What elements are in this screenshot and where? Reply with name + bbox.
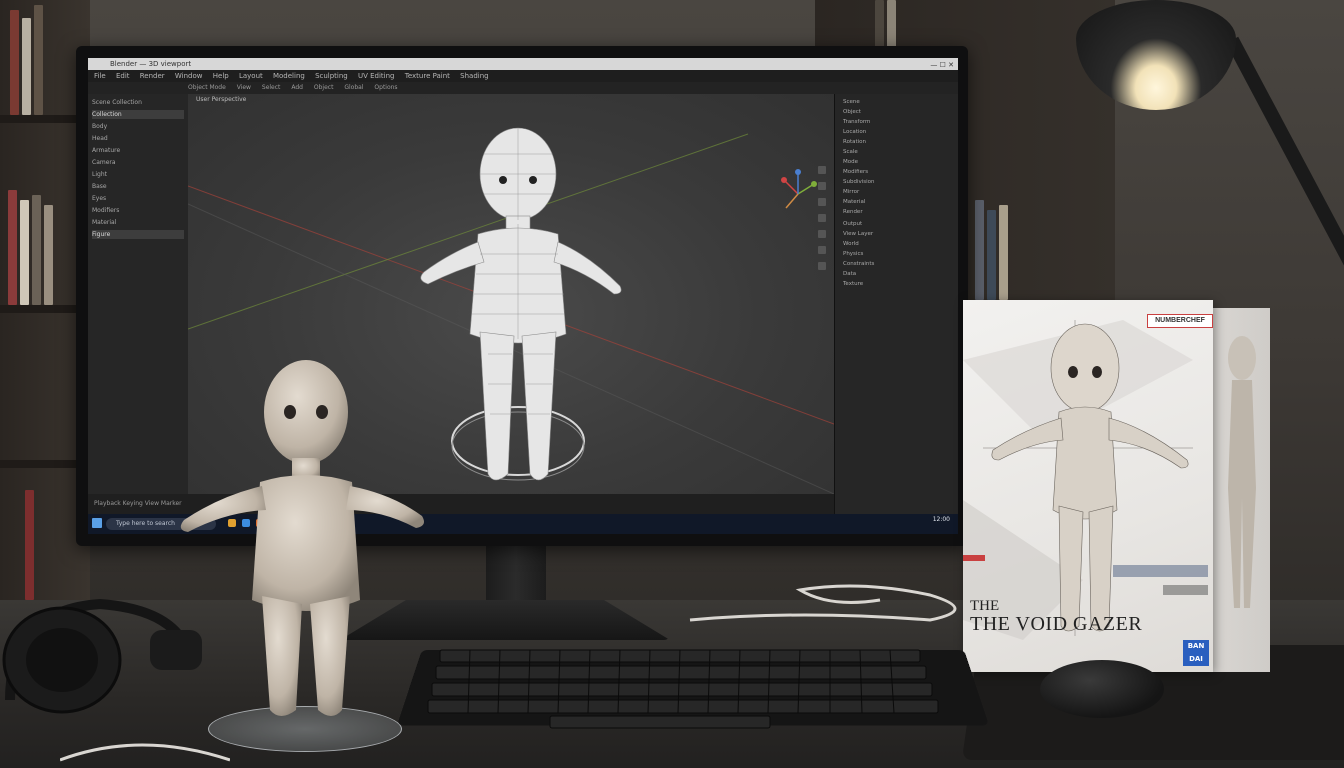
property-row[interactable]: Location bbox=[843, 128, 953, 136]
figurine-torso bbox=[252, 475, 360, 611]
property-row[interactable]: Transform bbox=[843, 118, 953, 126]
book bbox=[32, 195, 41, 305]
property-row[interactable]: Data bbox=[843, 270, 953, 278]
tray-clock[interactable]: 12:00 bbox=[933, 516, 950, 524]
header-item[interactable]: Object Mode bbox=[188, 84, 226, 91]
figurine-eye-right bbox=[316, 405, 328, 419]
figurine-eye-left bbox=[284, 405, 296, 419]
workspace-tab[interactable]: Sculpting bbox=[315, 72, 348, 80]
outliner-item[interactable]: Head bbox=[92, 134, 184, 143]
menu-item[interactable]: File bbox=[94, 72, 106, 80]
box-brand-label: NUMBERCHEF bbox=[1147, 314, 1213, 328]
outliner-item[interactable]: Figure bbox=[92, 230, 184, 239]
workspace-tab[interactable]: Layout bbox=[239, 72, 263, 80]
book bbox=[987, 210, 996, 300]
property-row[interactable]: Scene bbox=[843, 98, 953, 106]
navigation-gizmo bbox=[781, 169, 817, 209]
property-row[interactable]: Mirror bbox=[843, 188, 953, 196]
mesh-leg-left bbox=[479, 331, 515, 481]
figure-mesh bbox=[420, 127, 622, 481]
book bbox=[34, 5, 43, 115]
outliner-item[interactable]: Base bbox=[92, 182, 184, 191]
mesh-eye-left bbox=[499, 176, 507, 184]
header-item[interactable]: Global bbox=[344, 84, 363, 91]
outliner-item[interactable]: Body bbox=[92, 122, 184, 131]
menu-bar: File Edit Render Window Help Layout Mode… bbox=[88, 70, 958, 82]
figurine-arm-right bbox=[346, 486, 424, 528]
cable-front bbox=[60, 743, 230, 762]
start-button[interactable] bbox=[92, 518, 102, 528]
property-row[interactable]: Subdivision bbox=[843, 178, 953, 186]
header-item[interactable]: Select bbox=[262, 84, 281, 91]
properties-panel: Scene Object Transform Location Rotation… bbox=[834, 94, 958, 514]
window-title: Blender — 3D viewport bbox=[110, 60, 192, 68]
workspace-tab[interactable]: UV Editing bbox=[358, 72, 395, 80]
header-item[interactable]: View bbox=[237, 84, 251, 91]
property-row[interactable]: View Layer bbox=[843, 230, 953, 238]
viewport-header-bar: Object Mode View Select Add Object Globa… bbox=[88, 82, 958, 94]
property-row[interactable]: World bbox=[843, 240, 953, 248]
box-publisher-logo: BAN DAI bbox=[1183, 640, 1209, 666]
outliner-item[interactable]: Modifiers bbox=[92, 206, 184, 215]
property-row[interactable]: Render bbox=[843, 208, 953, 216]
property-row[interactable]: Modifiers bbox=[843, 168, 953, 176]
menu-item[interactable]: Help bbox=[213, 72, 229, 80]
viewport-tool-icons bbox=[818, 166, 826, 270]
headphones bbox=[2, 598, 202, 714]
product-box-side bbox=[1210, 308, 1270, 672]
property-row[interactable]: Scale bbox=[843, 148, 953, 156]
figurine-head bbox=[264, 360, 348, 464]
box-side-figure bbox=[1228, 336, 1256, 608]
mouse bbox=[1040, 660, 1164, 718]
figurine-arm-left bbox=[180, 486, 266, 532]
property-row[interactable]: Material bbox=[843, 198, 953, 206]
cable bbox=[689, 584, 957, 622]
property-row[interactable]: Constraints bbox=[843, 260, 953, 268]
property-row[interactable]: Output bbox=[843, 220, 953, 228]
book bbox=[999, 205, 1008, 300]
outliner-item[interactable]: Camera bbox=[92, 158, 184, 167]
book bbox=[22, 18, 31, 115]
book bbox=[44, 205, 53, 305]
workspace-tab[interactable]: Shading bbox=[460, 72, 488, 80]
outliner-panel: Scene Collection Collection Body Head Ar… bbox=[88, 94, 189, 514]
outliner-item[interactable]: Scene Collection bbox=[92, 98, 184, 107]
mesh-leg-right bbox=[521, 331, 557, 481]
figurine-leg-left bbox=[262, 596, 302, 716]
figurine bbox=[180, 360, 424, 716]
outliner-item[interactable]: Light bbox=[92, 170, 184, 179]
figure-base-edge bbox=[451, 411, 585, 481]
header-item[interactable]: Object bbox=[314, 84, 334, 91]
property-row[interactable]: Physics bbox=[843, 250, 953, 258]
outliner-item[interactable]: Eyes bbox=[92, 194, 184, 203]
menu-item[interactable]: Render bbox=[140, 72, 165, 80]
book bbox=[975, 200, 984, 300]
property-row[interactable]: Texture bbox=[843, 280, 953, 288]
property-row[interactable]: Mode bbox=[843, 158, 953, 166]
book bbox=[8, 190, 17, 305]
header-item[interactable]: Add bbox=[291, 84, 303, 91]
keyboard-keys bbox=[427, 649, 939, 729]
box-title: THE VOID GAZER bbox=[970, 613, 1143, 635]
figurine-leg-right bbox=[310, 596, 350, 716]
mesh-arm-right bbox=[553, 241, 622, 295]
window-title-bar: Blender — 3D viewport — ☐ ✕ bbox=[88, 58, 958, 70]
menu-item[interactable]: Edit bbox=[116, 72, 130, 80]
header-item[interactable]: Options bbox=[374, 84, 397, 91]
book bbox=[20, 200, 29, 305]
outliner-item[interactable]: Armature bbox=[92, 146, 184, 155]
outliner-item[interactable]: Material bbox=[92, 218, 184, 227]
workspace-tab[interactable]: Modeling bbox=[273, 72, 305, 80]
outliner-item[interactable]: Collection bbox=[92, 110, 184, 119]
figure-base-mesh bbox=[451, 406, 585, 476]
menu-item[interactable]: Window bbox=[175, 72, 203, 80]
book bbox=[10, 10, 19, 115]
book bbox=[25, 490, 34, 600]
property-row[interactable]: Object bbox=[843, 108, 953, 116]
mesh-eye-right bbox=[529, 176, 537, 184]
workspace-tab[interactable]: Texture Paint bbox=[405, 72, 450, 80]
y-axis-line bbox=[188, 133, 749, 330]
property-row[interactable]: Rotation bbox=[843, 138, 953, 146]
